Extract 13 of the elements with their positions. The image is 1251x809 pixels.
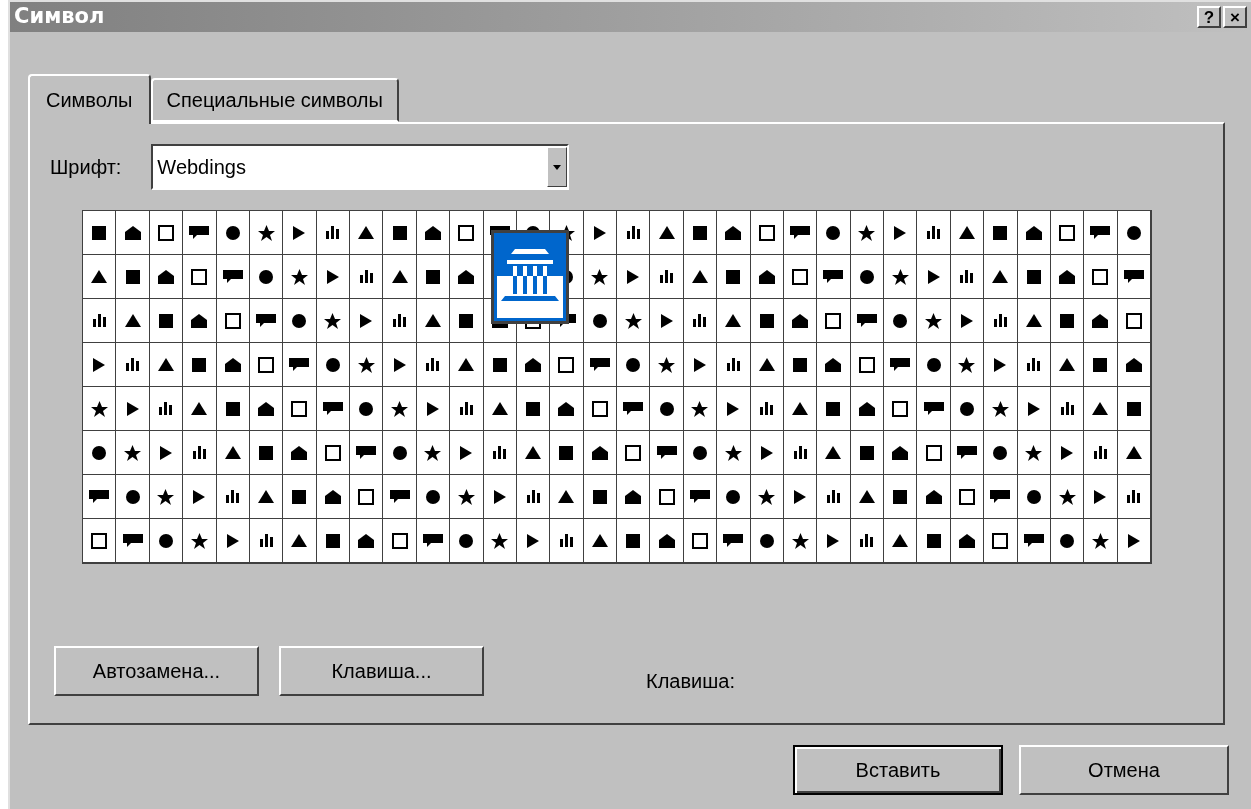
- shortcut-key-label: Клавиша:: [646, 669, 735, 694]
- font-value: Webdings: [156, 155, 246, 180]
- close-button[interactable]: ×: [1223, 6, 1247, 28]
- cancel-button[interactable]: Отмена: [1019, 745, 1229, 795]
- help-button[interactable]: ?: [1197, 6, 1221, 28]
- font-dropdown[interactable]: Webdings: [151, 144, 570, 190]
- font-label: Шрифт:: [50, 155, 122, 180]
- tab[interactable]: Символы: [28, 74, 151, 124]
- window-title: Символ: [14, 3, 105, 31]
- tab[interactable]: Специальные символы: [150, 78, 399, 122]
- insert-button[interactable]: Вставить: [793, 745, 1003, 795]
- shortcut-key-button[interactable]: Клавиша...: [279, 646, 484, 696]
- autocorrect-button[interactable]: Автозамена...: [54, 646, 259, 696]
